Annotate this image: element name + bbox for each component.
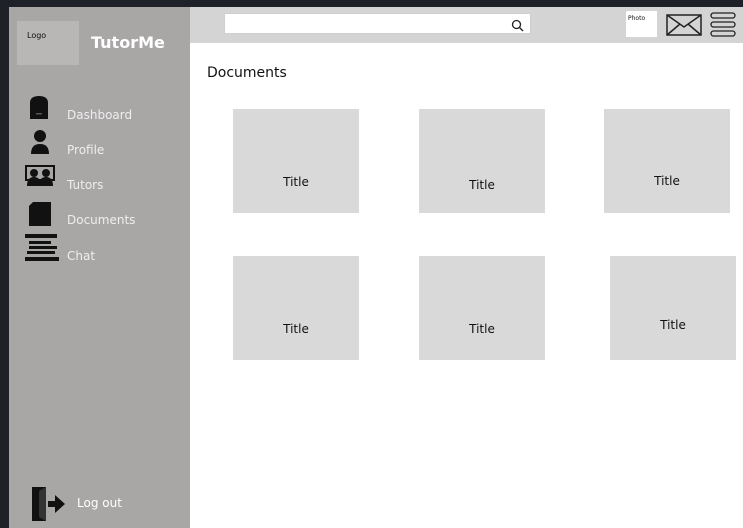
documents-icon: [28, 201, 52, 231]
search-box[interactable]: [224, 13, 531, 36]
document-card[interactable]: Title: [233, 109, 359, 213]
document-card[interactable]: Title: [419, 109, 545, 213]
avatar-label: Photo: [628, 15, 646, 22]
document-card-title: Title: [469, 178, 495, 192]
app-window: Logo TutorMe Dashboard Profile Tutors Do…: [9, 7, 743, 528]
sidebar: Logo TutorMe Dashboard Profile Tutors Do…: [9, 7, 190, 528]
document-card-title: Title: [283, 175, 309, 189]
avatar[interactable]: Photo: [626, 11, 657, 37]
sidebar-item-profile[interactable]: Profile: [9, 129, 190, 163]
chat-icon: [23, 233, 59, 267]
page-title: Documents: [207, 65, 287, 81]
document-card[interactable]: Title: [604, 109, 730, 213]
logout-button[interactable]: Log out: [9, 483, 190, 523]
document-card-title: Title: [283, 322, 309, 336]
profile-icon: [30, 129, 50, 159]
sidebar-item-dashboard[interactable]: Dashboard: [9, 95, 190, 129]
brand-name: TutorMe: [91, 33, 165, 52]
tutors-icon: [25, 165, 55, 191]
mail-icon[interactable]: [666, 14, 702, 40]
document-card[interactable]: Title: [233, 256, 359, 360]
document-card-title: Title: [469, 322, 495, 336]
document-card-title: Title: [660, 318, 686, 332]
document-card[interactable]: Title: [419, 256, 545, 360]
sidebar-item-chat[interactable]: Chat: [9, 233, 190, 267]
sidebar-item-tutors[interactable]: Tutors: [9, 165, 190, 199]
document-card[interactable]: Title: [610, 256, 736, 360]
logout-icon: [29, 485, 67, 527]
search-input[interactable]: [229, 15, 513, 36]
sidebar-item-label: Tutors: [67, 178, 104, 192]
logout-label: Log out: [77, 496, 122, 510]
logo-label: Logo: [27, 31, 47, 40]
sidebar-item-label: Documents: [67, 213, 136, 227]
sidebar-item-documents[interactable]: Documents: [9, 201, 190, 235]
menu-icon[interactable]: [709, 12, 737, 42]
search-icon[interactable]: [511, 17, 524, 36]
sidebar-item-label: Dashboard: [67, 108, 133, 122]
logo-placeholder: Logo: [17, 21, 79, 65]
dashboard-icon: [28, 95, 50, 124]
sidebar-item-label: Profile: [67, 143, 105, 157]
top-bar: Photo: [190, 7, 743, 43]
document-card-title: Title: [654, 174, 680, 188]
sidebar-item-label: Chat: [67, 249, 96, 263]
